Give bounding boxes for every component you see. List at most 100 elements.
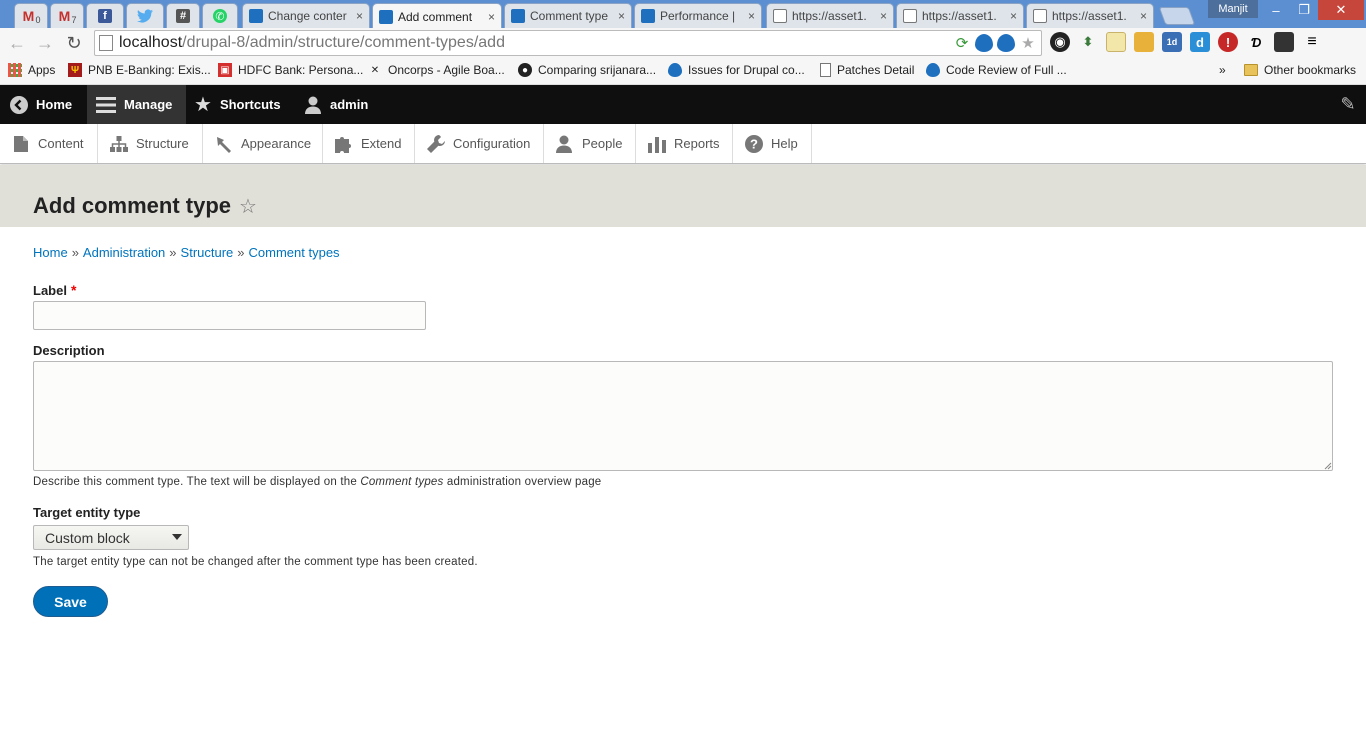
drupal-icon[interactable] [975,34,993,52]
label-input[interactable] [33,301,426,330]
browser-tabstrip: M 0 M 7 f # ✆ Change conter × Add commen… [0,0,1366,29]
bookmarks-overflow-chevron[interactable]: » [1219,63,1226,77]
address-bar[interactable]: localhost/drupal-8/admin/structure/comme… [94,30,1042,56]
forward-icon[interactable]: → [34,32,56,54]
bookmark-code-review[interactable]: Code Review of Full ... [926,63,1067,77]
back-icon[interactable]: ← [6,32,28,54]
ext-circle-icon[interactable]: ◉ [1050,32,1070,52]
people-icon [556,135,574,153]
ext-script-icon[interactable]: Ɗ [1246,32,1266,52]
tray-item-help[interactable]: ? Help [733,124,812,163]
close-icon[interactable]: × [356,9,363,23]
bookmark-oncorps[interactable]: ✕ Oncorps - Agile Boa... [368,63,505,77]
tray-item-reports[interactable]: Reports [636,124,733,163]
bookmark-drupal-issues[interactable]: Issues for Drupal co... [668,63,805,77]
pinned-tab-twitter[interactable] [126,3,164,28]
toolbar-manage[interactable]: Manage [87,85,186,124]
pinned-tab-gmail[interactable]: M 0 [14,3,48,28]
whatsapp-icon: ✆ [213,9,227,23]
page-info-icon[interactable] [99,35,113,51]
extend-icon [335,135,353,153]
tab-asset-3[interactable]: https://asset1. × [1026,3,1154,28]
close-icon[interactable]: × [1140,9,1147,23]
refresh-extension-icon[interactable]: ⟳ [953,34,971,52]
pinned-tab-facebook[interactable]: f [86,3,124,28]
breadcrumb-home[interactable]: Home [33,245,68,260]
tray-item-content[interactable]: Content [0,124,98,163]
tray-item-appearance[interactable]: Appearance [203,124,323,163]
shortcut-star-icon[interactable]: ☆ [239,194,257,219]
bookmark-patches-detail[interactable]: Patches Detail [820,63,914,77]
ext-calendar-icon[interactable]: 1d [1162,32,1182,52]
ext-d-icon[interactable]: d [1190,32,1210,52]
ext-film-icon[interactable] [1274,32,1294,52]
toolbar-shortcuts[interactable]: ★ Shortcuts [194,85,281,124]
description-textarea[interactable] [33,361,1333,471]
breadcrumb-comment-types[interactable]: Comment types [249,245,340,260]
bookmark-pnb[interactable]: Ψ PNB E-Banking: Exis... [68,63,211,77]
tray-label: Help [771,136,798,151]
tray-item-extend[interactable]: Extend [323,124,415,163]
bookmark-hdfc[interactable]: ▣ HDFC Bank: Persona... [218,63,363,77]
oncorps-icon: ✕ [370,64,380,76]
toolbar-user[interactable]: admin [304,85,368,124]
browser-profile[interactable]: Manjit [1208,0,1258,18]
ext-notes-icon[interactable] [1106,32,1126,52]
bookmark-github[interactable]: ● Comparing srijanara... [518,63,656,77]
bookmark-label: Patches Detail [837,63,915,77]
apps-icon [8,63,22,77]
tab-asset-1[interactable]: https://asset1. × [766,3,894,28]
breadcrumb-separator: » [169,245,177,260]
menu-icon[interactable]: ≡ [1302,32,1322,52]
close-icon[interactable]: × [880,9,887,23]
drupal-icon[interactable] [997,34,1015,52]
ext-green-icon[interactable]: ⬍ [1078,32,1098,52]
pinned-tab-hash[interactable]: # [166,3,200,28]
save-button[interactable]: Save [33,586,108,617]
tab-add-comment[interactable]: Add comment × [372,3,502,29]
page-icon [903,9,917,23]
tab-asset-2[interactable]: https://asset1. × [896,3,1024,28]
window-close-icon[interactable]: ✕ [1318,0,1364,20]
breadcrumb-structure[interactable]: Structure [181,245,234,260]
drupal-icon [641,9,655,23]
toolbar-home[interactable]: Home [10,85,72,124]
bookmark-star-icon[interactable]: ★ [1019,34,1037,52]
pencil-icon[interactable]: ✎ [1338,94,1358,114]
bookmark-label: PNB E-Banking: Exis... [88,63,211,77]
page-title-text: Add comment type [33,193,232,218]
slack-icon: # [176,9,190,23]
tab-change-content[interactable]: Change conter × [242,3,370,28]
pinned-tab-whatsapp[interactable]: ✆ [202,3,238,28]
restore-icon[interactable]: ❐ [1290,0,1318,20]
close-icon[interactable]: × [488,10,495,24]
breadcrumb-separator: » [71,245,79,260]
new-tab-button[interactable] [1158,7,1196,25]
bookmark-other[interactable]: Other bookmarks [1244,63,1356,77]
close-icon[interactable]: × [618,9,625,23]
close-icon[interactable]: × [1010,9,1017,23]
tray-item-configuration[interactable]: Configuration [415,124,544,163]
github-icon: ● [518,63,532,77]
reload-icon[interactable]: ↻ [63,32,85,54]
tray-item-people[interactable]: People [544,124,636,163]
minimize-icon[interactable]: – [1262,0,1290,20]
help-icon: ? [745,134,763,153]
resize-grip-icon[interactable] [1322,460,1332,470]
bookmark-apps[interactable]: Apps [8,63,55,77]
hdfc-icon: ▣ [218,63,232,77]
breadcrumb-administration[interactable]: Administration [83,245,165,260]
tab-performance[interactable]: Performance | × [634,3,762,28]
bookmark-label: Oncorps - Agile Boa... [388,63,505,77]
ext-meter-icon[interactable] [1134,32,1154,52]
target-entity-type-select[interactable]: Custom block [33,525,189,550]
tray-label: Appearance [241,136,312,151]
ext-stop-icon[interactable]: ! [1218,32,1238,52]
target-entity-type-value: Custom block [45,529,130,546]
pinned-tab-gmail-2[interactable]: M 7 [50,3,84,28]
appearance-icon [215,135,233,153]
close-icon[interactable]: × [748,9,755,23]
tab-comment-types[interactable]: Comment type × [504,3,632,28]
tab-title: https://asset1. [792,9,867,23]
tray-item-structure[interactable]: Structure [98,124,203,163]
